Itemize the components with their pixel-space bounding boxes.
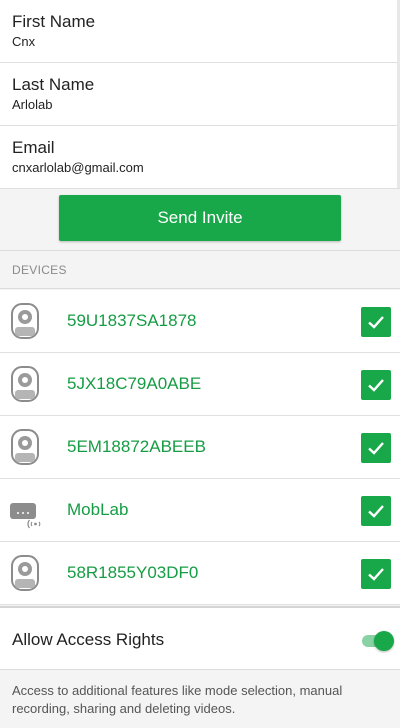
base-station-icon — [10, 503, 41, 529]
device-row[interactable]: 59U1837SA1878 — [0, 290, 400, 353]
invite-section: Send Invite — [0, 189, 400, 251]
camera-icon — [11, 366, 39, 402]
device-checkbox[interactable] — [361, 307, 391, 337]
first-name-value[interactable]: Cnx — [12, 34, 388, 50]
last-name-field[interactable]: Last Name Arlolab — [0, 63, 400, 126]
toggle-knob — [374, 631, 394, 651]
devices-section-header: DEVICES — [0, 252, 400, 289]
email-label: Email — [12, 138, 55, 157]
checkmark-icon — [368, 505, 384, 518]
checkmark-icon — [368, 316, 384, 329]
device-row[interactable]: 58R1855Y03DF0 — [0, 542, 400, 605]
access-rights-row: Allow Access Rights — [0, 606, 400, 670]
device-name: MobLab — [67, 500, 129, 519]
email-field[interactable]: Email cnxarlolab@gmail.com — [0, 126, 400, 189]
access-rights-toggle[interactable] — [360, 629, 394, 651]
device-row[interactable]: 5EM18872ABEEB — [0, 416, 400, 479]
device-row[interactable]: 5JX18C79A0ABE — [0, 353, 400, 416]
checkmark-icon — [368, 379, 384, 392]
device-checkbox[interactable] — [361, 370, 391, 400]
camera-icon — [11, 555, 39, 591]
last-name-value[interactable]: Arlolab — [12, 97, 388, 113]
checkmark-icon — [368, 568, 384, 581]
device-name: 58R1855Y03DF0 — [67, 563, 199, 582]
device-checkbox[interactable] — [361, 433, 391, 463]
device-checkbox[interactable] — [361, 496, 391, 526]
send-invite-button[interactable]: Send Invite — [59, 195, 341, 241]
first-name-field[interactable]: First Name Cnx — [0, 0, 400, 63]
access-rights-label: Allow Access Rights — [12, 630, 165, 649]
device-name: 5JX18C79A0ABE — [67, 374, 202, 393]
device-checkbox[interactable] — [361, 559, 391, 589]
camera-icon — [11, 429, 39, 465]
device-name: 5EM18872ABEEB — [67, 437, 206, 456]
device-row[interactable]: MobLab — [0, 479, 400, 542]
last-name-label: Last Name — [12, 75, 95, 94]
access-rights-description: Access to additional features like mode … — [12, 683, 343, 716]
email-value[interactable]: cnxarlolab@gmail.com — [12, 160, 388, 176]
checkmark-icon — [368, 442, 384, 455]
device-name: 59U1837SA1878 — [67, 311, 197, 330]
first-name-label: First Name — [12, 12, 96, 31]
camera-icon — [11, 303, 39, 339]
